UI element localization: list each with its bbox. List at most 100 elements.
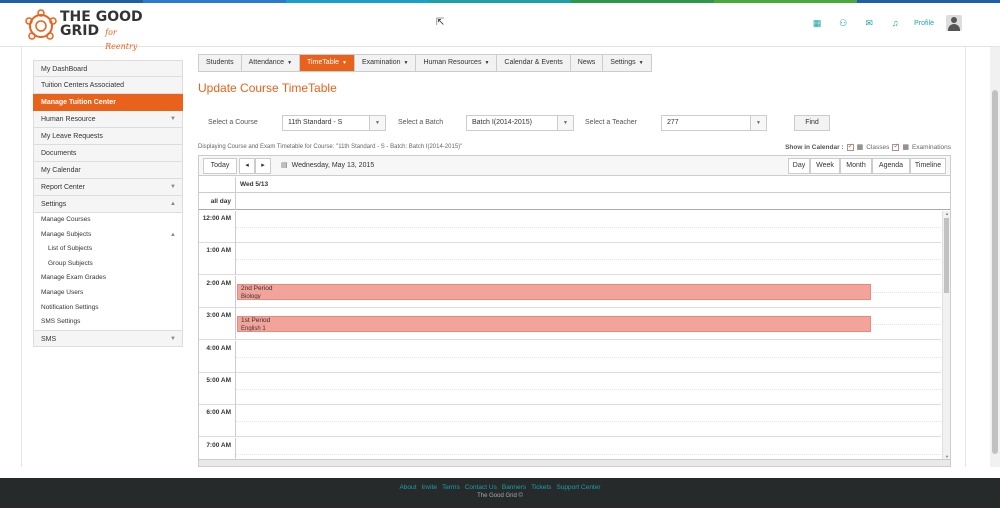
sidebar-item-label: Report Center <box>41 184 85 191</box>
sidebar-subitem[interactable]: Group Subjects <box>33 256 183 272</box>
sidebar-subitem[interactable]: Manage Subjects ▲ <box>33 227 183 243</box>
avatar[interactable] <box>946 15 962 31</box>
view-button[interactable]: Month <box>840 158 872 174</box>
hour-row[interactable]: 1:00 AM <box>199 243 941 276</box>
view-button[interactable]: Agenda <box>872 158 910 174</box>
tab[interactable]: TimeTable ▼ <box>300 55 355 71</box>
hour-label: 3:00 AM <box>199 308 236 341</box>
event-subject: Biology <box>241 293 261 300</box>
mouse-cursor-icon: ⇱ <box>436 17 445 28</box>
footer-link[interactable]: Terms <box>442 484 460 491</box>
course-label: Select a Course <box>208 119 258 126</box>
footer-link[interactable]: Contact Us <box>465 484 497 491</box>
tab[interactable]: Students <box>199 55 242 71</box>
grid-icon[interactable]: ▦ <box>804 18 830 29</box>
calendar-date: ▤ Wednesday, May 13, 2015 <box>281 161 374 169</box>
footer-link[interactable]: Banners <box>502 484 526 491</box>
batch-select[interactable]: Batch I(2014-2015) ▼ <box>466 115 574 131</box>
classes-label: Classes <box>866 143 890 151</box>
page-scrollbar[interactable] <box>990 47 1000 467</box>
table-icon: ▦ <box>856 144 864 151</box>
sidebar-item-label: Human Resource <box>41 116 96 123</box>
sidebar-item[interactable]: My Leave Requests <box>33 128 183 145</box>
view-button[interactable]: Week <box>810 158 840 174</box>
view-button[interactable]: Timeline <box>910 158 946 174</box>
sidebar-item[interactable]: My DashBoard <box>33 60 183 77</box>
chevron-down-icon: ▼ <box>342 60 347 66</box>
tab[interactable]: Settings ▼ <box>603 55 650 71</box>
sidebar-subitem[interactable]: List of Subjects <box>33 242 183 257</box>
chevron-down-icon: ▼ <box>484 60 490 66</box>
logo[interactable]: THE GOOD GRID for Reentry <box>24 7 144 51</box>
chevron-icon: ▼ <box>170 116 176 122</box>
footer-link[interactable]: Tickets <box>531 484 551 491</box>
hour-row[interactable]: 12:00 AM <box>199 211 941 243</box>
sidebar-item[interactable]: Settings ▲ <box>33 196 183 213</box>
find-button[interactable]: Find <box>794 115 830 131</box>
mail-icon[interactable]: ✉ <box>856 18 882 29</box>
today-button[interactable]: Today <box>203 158 237 174</box>
teacher-select[interactable]: 277 ▼ <box>661 115 767 131</box>
users-icon[interactable]: ⚇ <box>830 18 856 29</box>
classes-checkbox[interactable] <box>846 142 854 151</box>
chevron-icon: ▼ <box>170 184 176 190</box>
event-title: 1st Period <box>241 317 271 325</box>
sidebar-subitem[interactable]: Notification Settings <box>33 300 183 316</box>
tab[interactable]: Attendance ▼ <box>242 55 301 71</box>
half-hour-line <box>236 356 941 358</box>
sidebar-item-label: My Leave Requests <box>41 133 103 140</box>
displaying-text: Displaying Course and Exam Timetable for… <box>198 144 463 150</box>
tab[interactable]: Examination ▼ <box>355 55 417 71</box>
all-day-row[interactable]: all day <box>199 193 950 210</box>
bell-icon[interactable]: ♫ <box>882 18 908 28</box>
course-select[interactable]: 11th Standard - S ▼ <box>282 115 386 131</box>
timetable-event[interactable]: 2nd Period Biology <box>237 283 871 300</box>
examinations-label: Examinations <box>911 143 951 151</box>
day-header: Wed 5/13 <box>199 177 950 193</box>
calendar-scrollbar-thumb[interactable] <box>944 218 949 293</box>
sidebar-item[interactable]: Human Resource ▼ <box>33 111 183 128</box>
sidebar-item[interactable]: Manage Tuition Center <box>33 94 183 111</box>
calendar-toolbar: Today ◂ ▸ ▤ Wednesday, May 13, 2015 Day We… <box>199 156 950 176</box>
profile-link[interactable]: Profile <box>914 20 934 27</box>
sidebar-subitem-label: Manage Exam Grades <box>41 274 107 282</box>
sidebar-item[interactable]: Documents <box>33 145 183 162</box>
page-scrollbar-thumb[interactable] <box>992 90 998 454</box>
sidebar-subitem-label: Group Subjects <box>48 259 93 267</box>
sidebar: My DashBoard Tuition Centers Associated Ma… <box>33 60 183 347</box>
scroll-up-icon[interactable]: ▲ <box>943 211 951 216</box>
sidebar-item-label: Settings <box>41 201 67 208</box>
footer-link[interactable]: Support Center <box>556 484 600 491</box>
calendar-scrollbar[interactable]: ▲ ▼ <box>942 211 950 459</box>
chevron-icon: ▼ <box>170 335 176 342</box>
footer-link[interactable]: Invite <box>421 484 437 491</box>
calendar-footer-bar <box>199 459 950 466</box>
sidebar-subitem[interactable]: Manage Exam Grades <box>33 271 183 286</box>
batch-label: Select a Batch <box>398 119 444 126</box>
examinations-checkbox[interactable] <box>892 142 900 151</box>
sidebar-subitem[interactable]: Manage Users <box>33 285 183 301</box>
next-button[interactable]: ▸ <box>255 158 271 174</box>
hour-row[interactable]: 5:00 AM <box>199 373 941 405</box>
timetable-event[interactable]: 1st Period English 1 <box>237 316 871 333</box>
sidebar-item[interactable]: Report Center ▼ <box>33 179 183 196</box>
tab[interactable]: News <box>571 55 604 71</box>
course-select-value: 11th Standard - S <box>288 119 343 126</box>
tab-label: Calendar & Events <box>504 59 563 66</box>
sidebar-item-label: SMS <box>41 335 57 343</box>
footer-link[interactable]: About <box>399 484 416 491</box>
view-button[interactable]: Day <box>788 158 810 174</box>
sidebar-subitem[interactable]: SMS Settings <box>33 315 183 330</box>
sidebar-item[interactable]: My Calendar <box>33 162 183 179</box>
sidebar-subitem-label: Manage Courses <box>41 216 91 223</box>
hour-row[interactable]: 4:00 AM <box>199 340 941 373</box>
tab[interactable]: Human Resources ▼ <box>416 55 498 71</box>
hour-row[interactable]: 7:00 AM <box>199 437 941 459</box>
sidebar-subitem[interactable]: Manage Courses <box>33 213 183 228</box>
sidebar-item[interactable]: Tuition Centers Associated <box>33 77 183 94</box>
tab[interactable]: Calendar & Events <box>497 55 571 71</box>
hour-label: 12:00 AM <box>199 211 236 243</box>
hour-row[interactable]: 6:00 AM <box>199 405 941 438</box>
sidebar-item-sms[interactable]: SMS ▼ <box>33 329 183 347</box>
prev-button[interactable]: ◂ <box>239 158 255 174</box>
